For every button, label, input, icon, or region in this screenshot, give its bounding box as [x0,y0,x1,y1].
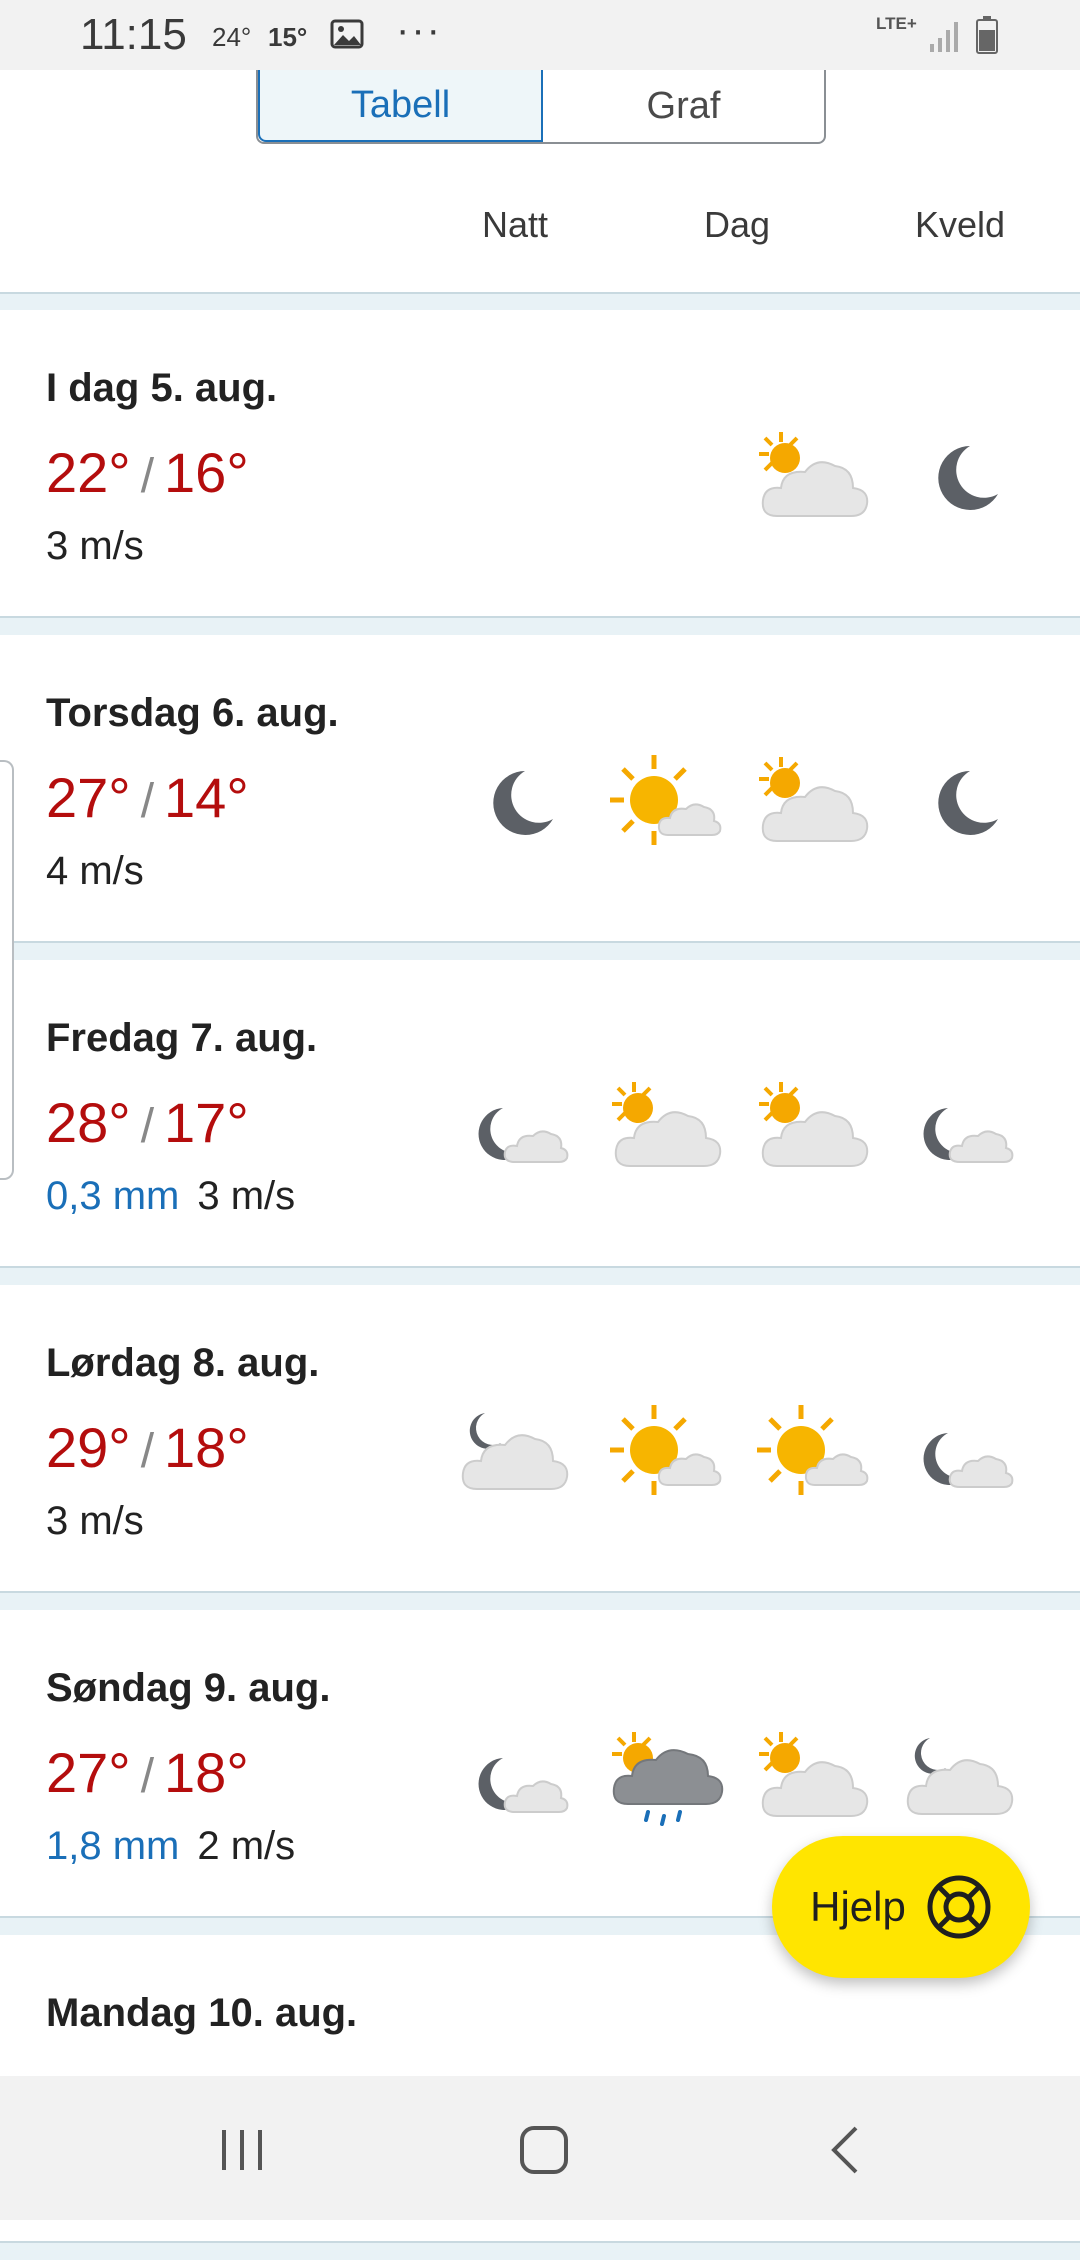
day-temperatures: 27°/14° [46,765,249,830]
fair-day-icon [751,1399,871,1509]
min-temp: 17° [164,1091,249,1154]
day-title: Torsdag 6. aug. [46,691,339,735]
fair-night-icon [455,1724,575,1834]
wind: 3 m/s [46,1499,144,1543]
temp-separator: / [140,775,155,828]
day-title: Lørdag 8. aug. [46,1341,320,1385]
day-meta: 4 m/s [46,849,144,894]
more-notifications-icon: ··· [396,8,442,52]
partly-cloudy-day-icon [751,1074,871,1184]
fair-night-icon [900,1074,1020,1184]
partly-cloudy-night-icon [455,1399,575,1509]
view-toggle: Tabell Graf [256,70,826,144]
day-temperatures: 28°/17° [46,1090,249,1155]
day-row[interactable]: Fredag 7. aug. 28°/17° 0,3 mm 3 m/s [0,960,1080,1268]
clear-night-icon [455,749,575,859]
forecast-header: Tabell Graf Natt Dag Kveld [0,70,1080,294]
precipitation: 0,3 mm [46,1174,180,1218]
clear-night-icon [900,749,1020,859]
column-night: Natt [481,204,549,245]
day-meta: 0,3 mm 3 m/s [46,1174,295,1219]
battery-icon [976,16,998,54]
max-temp: 27° [46,1741,131,1804]
min-temp: 14° [164,766,249,829]
day-meta: 3 m/s [46,1499,144,1544]
recent-apps-icon[interactable] [212,2120,272,2180]
day-temperatures: 22°/16° [46,440,249,505]
day-temperatures: 27°/18° [46,1740,249,1805]
fair-day-icon [604,1399,724,1509]
rain-showers-day-icon [604,1724,724,1834]
status-temp-1: 24° [212,22,252,52]
max-temp: 27° [46,766,131,829]
partly-cloudy-day-icon [751,1724,871,1834]
tab-table[interactable]: Tabell [258,70,543,142]
max-temp: 28° [46,1091,131,1154]
status-time: 11:15 [80,10,187,59]
precipitation: 1,8 mm [46,1824,180,1868]
min-temp: 16° [164,441,249,504]
network-type: LTE+ [876,14,917,33]
fair-day-icon [604,749,724,859]
column-day: Dag [703,204,771,245]
status-temp-2: 15° [268,22,308,52]
partly-cloudy-night-icon [900,1724,1020,1834]
side-drawer-handle[interactable] [0,760,14,1180]
temp-separator: / [140,450,155,503]
column-evening: Kveld [914,204,1006,245]
day-title: Mandag 10. aug. [46,1991,358,2035]
wind: 4 m/s [46,849,144,893]
day-title: Fredag 7. aug. [46,1016,318,1060]
temp-separator: / [140,1100,155,1153]
tab-graph[interactable]: Graf [543,70,824,142]
temp-separator: / [140,1750,155,1803]
system-navigation-bar [0,2076,1080,2220]
day-row[interactable]: Lørdag 8. aug. 29°/18° 3 m/s [0,1285,1080,1593]
day-title: I dag 5. aug. [46,366,278,410]
partly-cloudy-day-icon [751,749,871,859]
lifebuoy-icon [927,1875,991,1939]
day-title: Søndag 9. aug. [46,1666,331,1710]
help-label: Hjelp [810,1883,906,1930]
wind: 3 m/s [197,1174,296,1218]
day-temperatures: 29°/18° [46,1415,249,1480]
help-button[interactable]: Hjelp [772,1836,1030,1978]
status-bar: 11:15 24° 15° ··· LTE+ [0,0,1080,70]
back-icon[interactable] [818,2120,878,2180]
day-meta: 1,8 mm 2 m/s [46,1824,295,1869]
partly-cloudy-day-icon [751,424,871,534]
min-temp: 18° [164,1741,249,1804]
partly-cloudy-day-icon [604,1074,724,1184]
max-temp: 29° [46,1416,131,1479]
clear-night-icon [900,424,1020,534]
day-row[interactable]: I dag 5. aug. 22°/16° 3 m/s [0,310,1080,618]
max-temp: 22° [46,441,131,504]
image-icon [330,19,364,49]
home-icon[interactable] [514,2120,574,2180]
wind: 3 m/s [46,524,144,568]
day-meta: 3 m/s [46,524,144,569]
wind: 2 m/s [197,1824,296,1868]
min-temp: 18° [164,1416,249,1479]
day-row[interactable]: Torsdag 6. aug. 27°/14° 4 m/s [0,635,1080,943]
temp-separator: / [140,1425,155,1478]
signal-icon [930,22,958,52]
fair-night-icon [455,1074,575,1184]
fair-night-icon [900,1399,1020,1509]
